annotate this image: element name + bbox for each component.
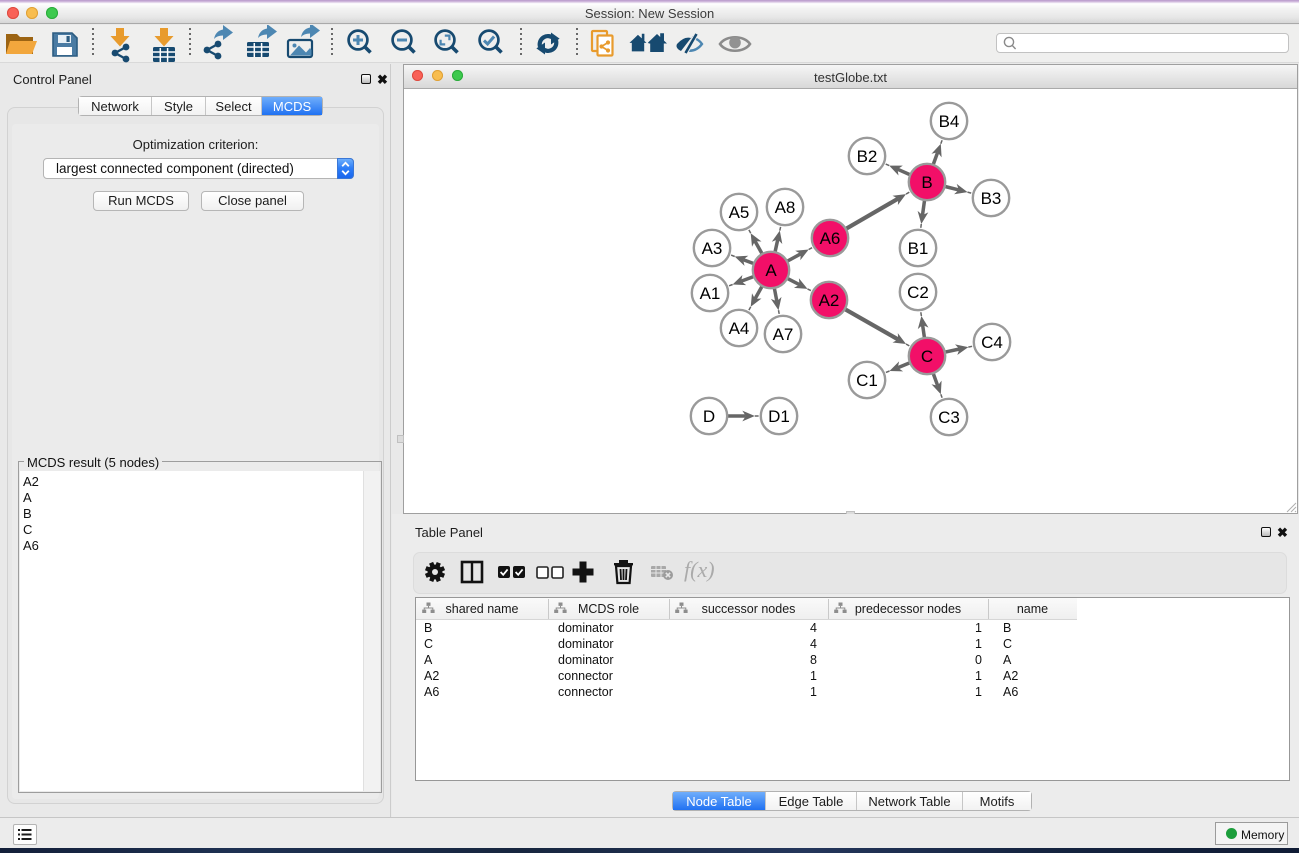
svg-text:A3: A3 [702, 239, 723, 258]
svg-text:B3: B3 [981, 189, 1002, 208]
svg-text:C2: C2 [907, 283, 929, 302]
svg-text:C: C [921, 347, 933, 366]
svg-text:A5: A5 [729, 203, 750, 222]
svg-text:A1: A1 [700, 284, 721, 303]
svg-text:D1: D1 [768, 407, 790, 426]
svg-text:B4: B4 [939, 112, 960, 131]
svg-text:B1: B1 [908, 239, 929, 258]
svg-text:A8: A8 [775, 198, 796, 217]
svg-text:A7: A7 [773, 325, 794, 344]
svg-text:C3: C3 [938, 408, 960, 427]
svg-text:A2: A2 [819, 291, 840, 310]
svg-text:D: D [703, 407, 715, 426]
svg-text:C1: C1 [856, 371, 878, 390]
svg-text:A6: A6 [820, 229, 841, 248]
svg-text:B2: B2 [857, 147, 878, 166]
svg-text:A4: A4 [729, 319, 750, 338]
svg-text:A: A [765, 261, 777, 280]
svg-text:B: B [921, 173, 932, 192]
svg-text:C4: C4 [981, 333, 1003, 352]
